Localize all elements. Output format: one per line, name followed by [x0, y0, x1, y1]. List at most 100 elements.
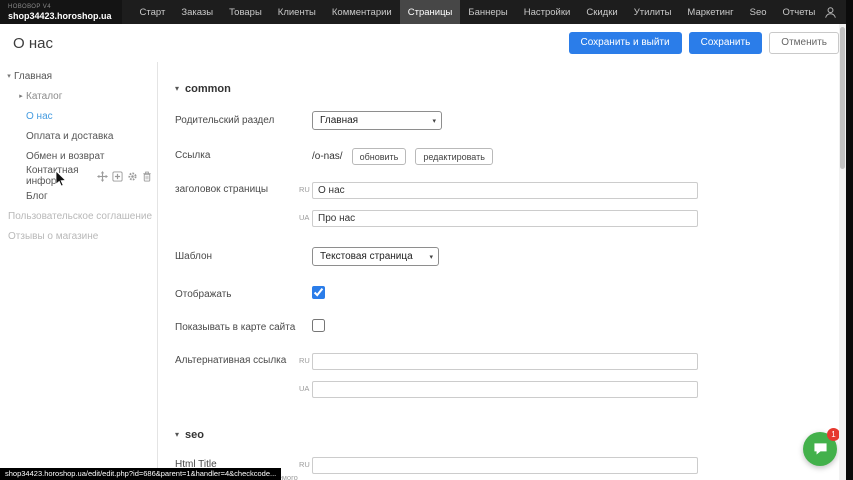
tree-label-about: О нас	[26, 111, 53, 122]
parent-section-select[interactable]: Главная ▾	[312, 111, 442, 130]
menu-item-orders[interactable]: Заказы	[173, 0, 221, 24]
scrollbar[interactable]	[839, 24, 846, 480]
tree-label-reviews: Отзывы о магазине	[8, 231, 98, 242]
tree-label-home: Главная	[14, 71, 52, 82]
settings-gear-icon[interactable]	[127, 171, 138, 182]
link-edit-button[interactable]: редактировать	[415, 148, 493, 165]
template-row: Шаблон Текстовая страница ▾	[175, 247, 839, 266]
chevron-down-icon: ▾	[429, 253, 433, 261]
alt-link-label: Альтернативная ссылка	[175, 351, 312, 367]
template-select[interactable]: Текстовая страница ▾	[312, 247, 439, 266]
menu-item-marketing[interactable]: Маркетинг	[679, 0, 741, 24]
template-value: Текстовая страница	[320, 251, 413, 262]
parent-section-row: Родительский раздел Главная ▾	[175, 111, 839, 130]
link-update-button[interactable]: обновить	[352, 148, 407, 165]
tree-item-reviews[interactable]: Отзывы о магазине	[0, 226, 157, 246]
lang-ua-label: UA	[299, 213, 309, 222]
template-label: Шаблон	[175, 247, 312, 263]
save-button[interactable]: Сохранить	[689, 32, 763, 54]
link-row: Ссылка /o-nas/ обновить редактировать	[175, 146, 839, 165]
topbar: НОВОВОР V4 shop34423.horoshop.ua Старт З…	[0, 0, 853, 24]
display-checkbox[interactable]	[312, 286, 325, 299]
menu-item-start[interactable]: Старт	[132, 0, 174, 24]
cancel-button[interactable]: Отменить	[769, 32, 839, 54]
menu-item-banners[interactable]: Баннеры	[460, 0, 515, 24]
chevron-down-icon: ▾	[175, 430, 179, 439]
screen: НОВОВОР V4 shop34423.horoshop.ua Старт З…	[0, 0, 853, 480]
main-menu: Старт Заказы Товары Клиенты Комментарии …	[132, 0, 824, 24]
page-title: О нас	[13, 35, 53, 52]
tree-label-payment: Оплата и доставка	[26, 131, 113, 142]
alt-link-ru-input[interactable]	[312, 353, 698, 370]
chevron-down-icon[interactable]: ▾	[4, 72, 14, 80]
sitemap-checkbox[interactable]	[312, 319, 325, 332]
page-title-ua-input[interactable]	[312, 210, 698, 227]
delete-trash-icon[interactable]	[142, 171, 152, 182]
section-common[interactable]: ▾ common	[175, 82, 839, 95]
section-common-title: common	[185, 83, 231, 95]
menu-item-clients[interactable]: Клиенты	[270, 0, 324, 24]
page-title-ru-input[interactable]	[312, 182, 698, 199]
display-row: Отображать	[175, 285, 839, 301]
chevron-down-icon: ▾	[432, 117, 436, 125]
sitemap-label: Показывать в карте сайта	[175, 318, 312, 334]
screen-edge-strip	[846, 0, 853, 480]
account-icon[interactable]	[823, 5, 838, 20]
sitemap-row: Показывать в карте сайта	[175, 318, 839, 334]
menu-item-settings[interactable]: Настройки	[516, 0, 579, 24]
tree-label-contacts: Контактная инфор	[26, 165, 97, 187]
tree-item-home[interactable]: ▾ Главная	[0, 66, 157, 86]
tree-item-about[interactable]: О нас	[0, 106, 157, 126]
tree-item-payment[interactable]: Оплата и доставка	[0, 126, 157, 146]
lang-ua-label: UA	[299, 384, 309, 393]
display-label: Отображать	[175, 285, 312, 301]
brand-version: НОВОВОР V4	[8, 4, 112, 11]
add-page-icon[interactable]	[112, 171, 123, 182]
lang-ru-label: RU	[299, 356, 310, 365]
tree-item-terms[interactable]: Пользовательское соглашение	[0, 206, 157, 226]
page-edit-form: ▾ common Родительский раздел Главная ▾ С…	[158, 62, 839, 480]
lang-ru-label: RU	[299, 460, 310, 469]
parent-section-label: Родительский раздел	[175, 111, 312, 127]
tree-row-actions	[97, 171, 157, 182]
html-title-ru-input[interactable]	[312, 457, 698, 474]
section-seo[interactable]: ▾ seo	[175, 428, 839, 441]
menu-item-reports[interactable]: Отчеты	[775, 0, 824, 24]
chevron-down-icon: ▾	[175, 84, 179, 93]
tree-item-blog[interactable]: Блог	[0, 186, 157, 206]
menu-item-utilities[interactable]: Утилиты	[626, 0, 680, 24]
menu-item-discounts[interactable]: Скидки	[578, 0, 625, 24]
brand-domain: shop34423.horoshop.ua	[8, 11, 112, 21]
chat-widget-button[interactable]: 1	[803, 432, 837, 466]
page-header: О нас Сохранить и выйти Сохранить Отмени…	[0, 24, 839, 62]
tree-label-terms: Пользовательское соглашение	[8, 211, 152, 222]
tree-label-blog: Блог	[26, 191, 48, 202]
link-value: /o-nas/	[312, 151, 343, 162]
chevron-right-icon[interactable]: ▸	[16, 92, 26, 100]
scrollbar-thumb[interactable]	[840, 27, 845, 169]
page-tree: ▾ Главная ▸ Каталог О нас Оплата и доста…	[0, 62, 158, 480]
section-seo-title: seo	[185, 429, 204, 441]
header-actions: Сохранить и выйти Сохранить Отменить	[569, 32, 840, 54]
tree-item-catalog[interactable]: ▸ Каталог	[0, 86, 157, 106]
menu-item-products[interactable]: Товары	[221, 0, 270, 24]
page-title-label: заголовок страницы	[175, 180, 312, 196]
tree-item-exchange[interactable]: Обмен и возврат	[0, 146, 157, 166]
browser-status-bar: shop34423.horoshop.ua/edit/edit.php?id=6…	[0, 468, 281, 480]
alt-link-row: Альтернативная ссылка RU UA	[175, 351, 839, 398]
save-and-exit-button[interactable]: Сохранить и выйти	[569, 32, 682, 54]
move-icon[interactable]	[97, 171, 108, 182]
menu-item-comments[interactable]: Комментарии	[324, 0, 400, 24]
link-label: Ссылка	[175, 146, 312, 162]
parent-section-value: Главная	[320, 115, 358, 126]
tree-item-contacts[interactable]: Контактная инфор	[0, 166, 157, 186]
tree-label-exchange: Обмен и возврат	[26, 151, 104, 162]
menu-item-pages[interactable]: Страницы	[400, 0, 461, 24]
page-title-row: заголовок страницы RU UA	[175, 180, 839, 227]
tree-label-catalog: Каталог	[26, 91, 62, 102]
chat-bubble-icon	[813, 442, 828, 456]
lang-ru-label: RU	[299, 185, 310, 194]
menu-item-seo[interactable]: Seo	[742, 0, 775, 24]
alt-link-ua-input[interactable]	[312, 381, 698, 398]
brand-logo[interactable]: НОВОВОР V4 shop34423.horoshop.ua	[0, 0, 122, 24]
